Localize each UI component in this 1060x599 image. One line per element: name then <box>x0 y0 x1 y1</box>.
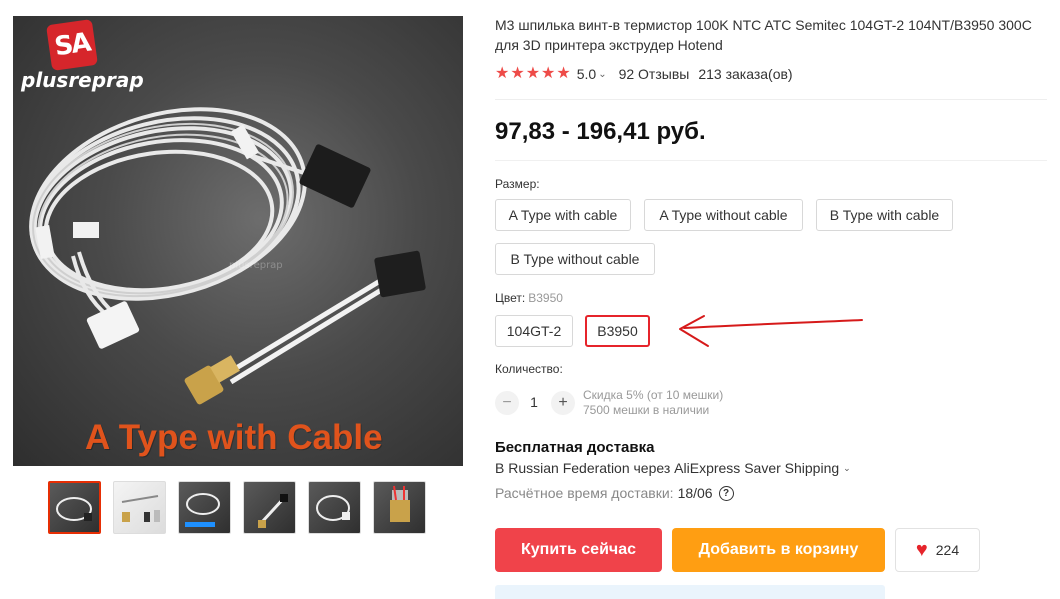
star-icon: ★ <box>495 65 510 82</box>
size-label: Размер: <box>495 177 540 191</box>
color-option-104gt-2[interactable]: 104GT-2 <box>495 315 573 347</box>
size-option-a-with-cable[interactable]: A Type with cable <box>495 199 631 231</box>
stock-note: 7500 мешки в наличии <box>583 403 710 417</box>
shipping-title: Бесплатная доставка <box>495 439 655 456</box>
thumbnail-1[interactable] <box>48 481 101 534</box>
heart-icon: ♥ <box>915 539 928 561</box>
size-option-b-without-cable[interactable]: B Type without cable <box>495 243 655 275</box>
thumbnail-strip <box>48 481 426 534</box>
main-product-image[interactable]: SA plusreprap plusreprap A Type with Cab… <box>13 16 463 466</box>
wishlist-button[interactable]: ♥ 224 <box>895 528 980 572</box>
rating-value[interactable]: 5.0 <box>577 66 596 82</box>
thumbnail-3[interactable] <box>178 481 231 534</box>
color-label-row: Цвет: B3950 <box>495 291 563 305</box>
quantity-notes: Скидка 5% (от 10 мешки) 7500 мешки в нал… <box>583 388 723 418</box>
watermark-text: plusreprap <box>229 260 283 271</box>
image-caption: A Type with Cable <box>85 418 383 457</box>
buy-now-button[interactable]: Купить сейчас <box>495 528 662 572</box>
chevron-down-icon[interactable]: ⌄ <box>598 69 606 80</box>
brand-logo-text: plusreprap <box>21 68 144 92</box>
reviews-link[interactable]: 92 Отзывы <box>619 66 690 82</box>
quantity-decrease-button[interactable]: − <box>495 391 519 415</box>
delivery-date: 18/06 <box>677 485 713 501</box>
star-icon: ★ <box>510 65 525 82</box>
divider <box>495 99 1047 100</box>
shipping-route-text: В Russian Federation через AliExpress Sa… <box>495 460 840 476</box>
thumbnail-2[interactable] <box>113 481 166 534</box>
add-to-cart-button[interactable]: Добавить в корзину <box>672 528 885 572</box>
color-option-b3950[interactable]: B3950 <box>585 315 650 347</box>
orders-count: 213 заказа(ов) <box>698 66 793 82</box>
help-icon[interactable]: ? <box>718 485 734 501</box>
price-range: 97,83 - 196,41 руб. <box>495 118 706 145</box>
rating-row: ★ ★ ★ ★ ★ 5.0 ⌄ 92 Отзывы 213 заказа(ов) <box>495 64 793 84</box>
red-arrow-annotation <box>679 315 863 347</box>
brand-logo-badge: SA <box>46 19 98 71</box>
quantity-increase-button[interactable]: + <box>551 391 575 415</box>
rating-stars: ★ ★ ★ ★ ★ <box>495 64 571 84</box>
star-icon: ★ <box>525 65 541 82</box>
quantity-label: Количество: <box>495 362 563 376</box>
discount-note: Скидка 5% (от 10 мешки) <box>583 388 724 402</box>
color-selected-value: B3950 <box>528 291 563 305</box>
size-option-a-without-cable[interactable]: A Type without cable <box>644 199 803 231</box>
delivery-estimate-label: Расчётное время доставки: <box>495 485 674 501</box>
chevron-down-icon: ⌄ <box>843 462 851 473</box>
wishlist-count: 224 <box>935 542 960 558</box>
delivery-estimate: Расчётное время доставки: 18/06 ? <box>495 485 734 501</box>
star-icon: ★ <box>541 65 556 82</box>
divider <box>495 160 1047 161</box>
star-icon: ★ <box>556 65 571 82</box>
promo-banner <box>495 585 885 599</box>
quantity-value[interactable]: 1 <box>526 394 542 410</box>
thumbnail-6[interactable] <box>373 481 426 534</box>
shipping-route-selector[interactable]: В Russian Federation через AliExpress Sa… <box>495 460 851 476</box>
product-title: M3 шпилька винт-в термистор 100K NTC ATC… <box>495 17 1032 53</box>
thumbnail-5[interactable] <box>308 481 361 534</box>
size-option-b-with-cable[interactable]: B Type with cable <box>816 199 953 231</box>
thumbnail-4[interactable] <box>243 481 296 534</box>
color-label: Цвет: <box>495 291 526 305</box>
